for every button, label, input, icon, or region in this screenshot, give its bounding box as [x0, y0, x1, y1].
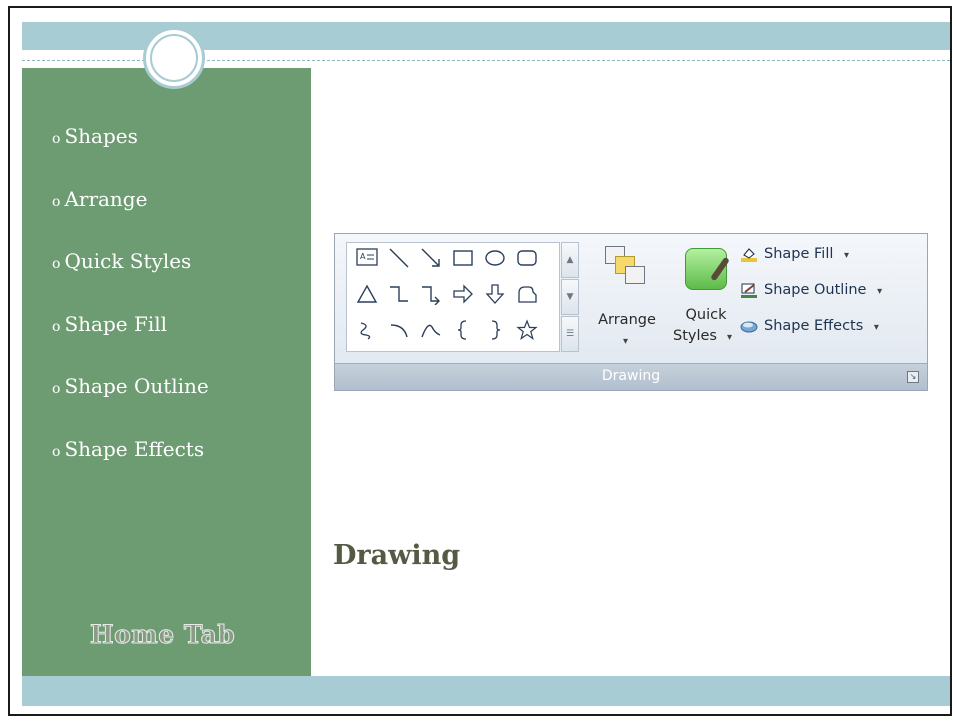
scroll-down-button[interactable]: ▼	[561, 279, 579, 315]
decorative-circle-inner	[150, 34, 198, 82]
home-tab-title: Home Tab	[89, 620, 236, 650]
freeform-icon[interactable]	[355, 319, 379, 343]
bullet-text: Shape Effects	[64, 436, 205, 461]
flowchart-shape-icon[interactable]	[515, 283, 539, 307]
chevron-down-icon: ▾	[877, 286, 883, 297]
down-arrow-icon[interactable]	[483, 283, 507, 307]
chevron-down-icon: ▾	[873, 322, 879, 333]
right-brace-icon[interactable]	[483, 319, 507, 343]
styles-label[interactable]: Styles	[665, 328, 725, 344]
shape-effects-button[interactable]: Shape Effects ▾	[740, 318, 879, 344]
shape-effects-label: Shape Effects	[764, 318, 864, 334]
arrange-label: Arrange	[598, 312, 656, 328]
paint-bucket-icon	[740, 246, 758, 262]
scroll-up-button[interactable]: ▲	[561, 242, 579, 278]
bullet-item-quick-styles: o Quick Styles	[52, 249, 209, 312]
pencil-outline-icon	[740, 282, 758, 298]
arc-icon[interactable]	[387, 319, 411, 343]
shape-fill-label: Shape Fill	[764, 246, 834, 262]
shape-fill-button[interactable]: Shape Fill ▾	[740, 246, 849, 272]
right-arrow-icon[interactable]	[451, 283, 475, 307]
bullet-marker: o	[52, 381, 61, 397]
bullet-text: Arrange	[64, 186, 148, 211]
gallery-more-button[interactable]: ☰	[561, 316, 579, 352]
bullet-text: Shape Fill	[64, 311, 168, 336]
shape-outline-button[interactable]: Shape Outline ▾	[740, 282, 882, 308]
text-box-icon[interactable]: A	[355, 247, 379, 271]
rounded-rectangle-icon[interactable]	[515, 247, 539, 271]
line-icon[interactable]	[387, 247, 411, 271]
shapes-gallery[interactable]: A	[346, 242, 560, 352]
shape-outline-label: Shape Outline	[764, 282, 867, 298]
bullet-marker: o	[52, 256, 61, 272]
bullet-item-shapes: o Shapes	[52, 124, 209, 187]
group-label: Drawing	[601, 368, 661, 384]
arrange-icon	[605, 246, 645, 286]
ribbon-group-footer: Drawing ↘	[335, 363, 927, 390]
bullet-item-shape-effects: o Shape Effects	[52, 437, 209, 500]
drawing-ribbon-group: A ▲ ▼ ☰ Arrange ▾ Quick Styles ▾ Shape F…	[334, 233, 928, 391]
dialog-launcher-icon[interactable]: ↘	[907, 371, 919, 383]
svg-text:A: A	[360, 252, 366, 261]
elbow-arrow-connector-icon[interactable]	[419, 283, 443, 307]
bullet-marker: o	[52, 318, 61, 335]
quick-label[interactable]: Quick	[673, 307, 739, 323]
bullet-item-arrange: o Arrange	[52, 187, 209, 250]
bullet-marker: o	[52, 131, 61, 147]
oval-icon[interactable]	[483, 247, 507, 271]
curve-icon[interactable]	[419, 319, 443, 343]
gallery-scrollbar[interactable]: ▲ ▼ ☰	[561, 242, 579, 352]
bottom-bar	[22, 676, 950, 706]
chevron-down-icon: ▾	[727, 332, 733, 343]
chevron-down-icon: ▾	[844, 250, 850, 261]
drawing-heading: Drawing	[333, 540, 461, 571]
bullet-item-shape-fill: o Shape Fill	[52, 312, 209, 375]
arrow-icon[interactable]	[419, 247, 443, 271]
bullet-item-shape-outline: o Shape Outline	[52, 374, 209, 437]
left-brace-icon[interactable]	[451, 319, 475, 343]
elbow-connector-icon[interactable]	[387, 283, 411, 307]
arrange-button[interactable]: Arrange ▾	[587, 242, 667, 354]
bullet-text: Quick Styles	[64, 249, 192, 273]
star-icon[interactable]	[515, 319, 539, 343]
rectangle-icon[interactable]	[451, 247, 475, 271]
bullet-text: Shape Outline	[64, 374, 209, 398]
bullet-marker: o	[52, 193, 61, 210]
shape-effects-icon	[740, 318, 758, 334]
chevron-down-icon: ▾	[623, 336, 629, 347]
triangle-icon[interactable]	[355, 283, 379, 307]
bullet-text: Shapes	[64, 124, 138, 148]
bullet-list: o Shapes o Arrange o Quick Styles o Shape Fi…	[52, 124, 209, 499]
bullet-marker: o	[52, 443, 61, 460]
